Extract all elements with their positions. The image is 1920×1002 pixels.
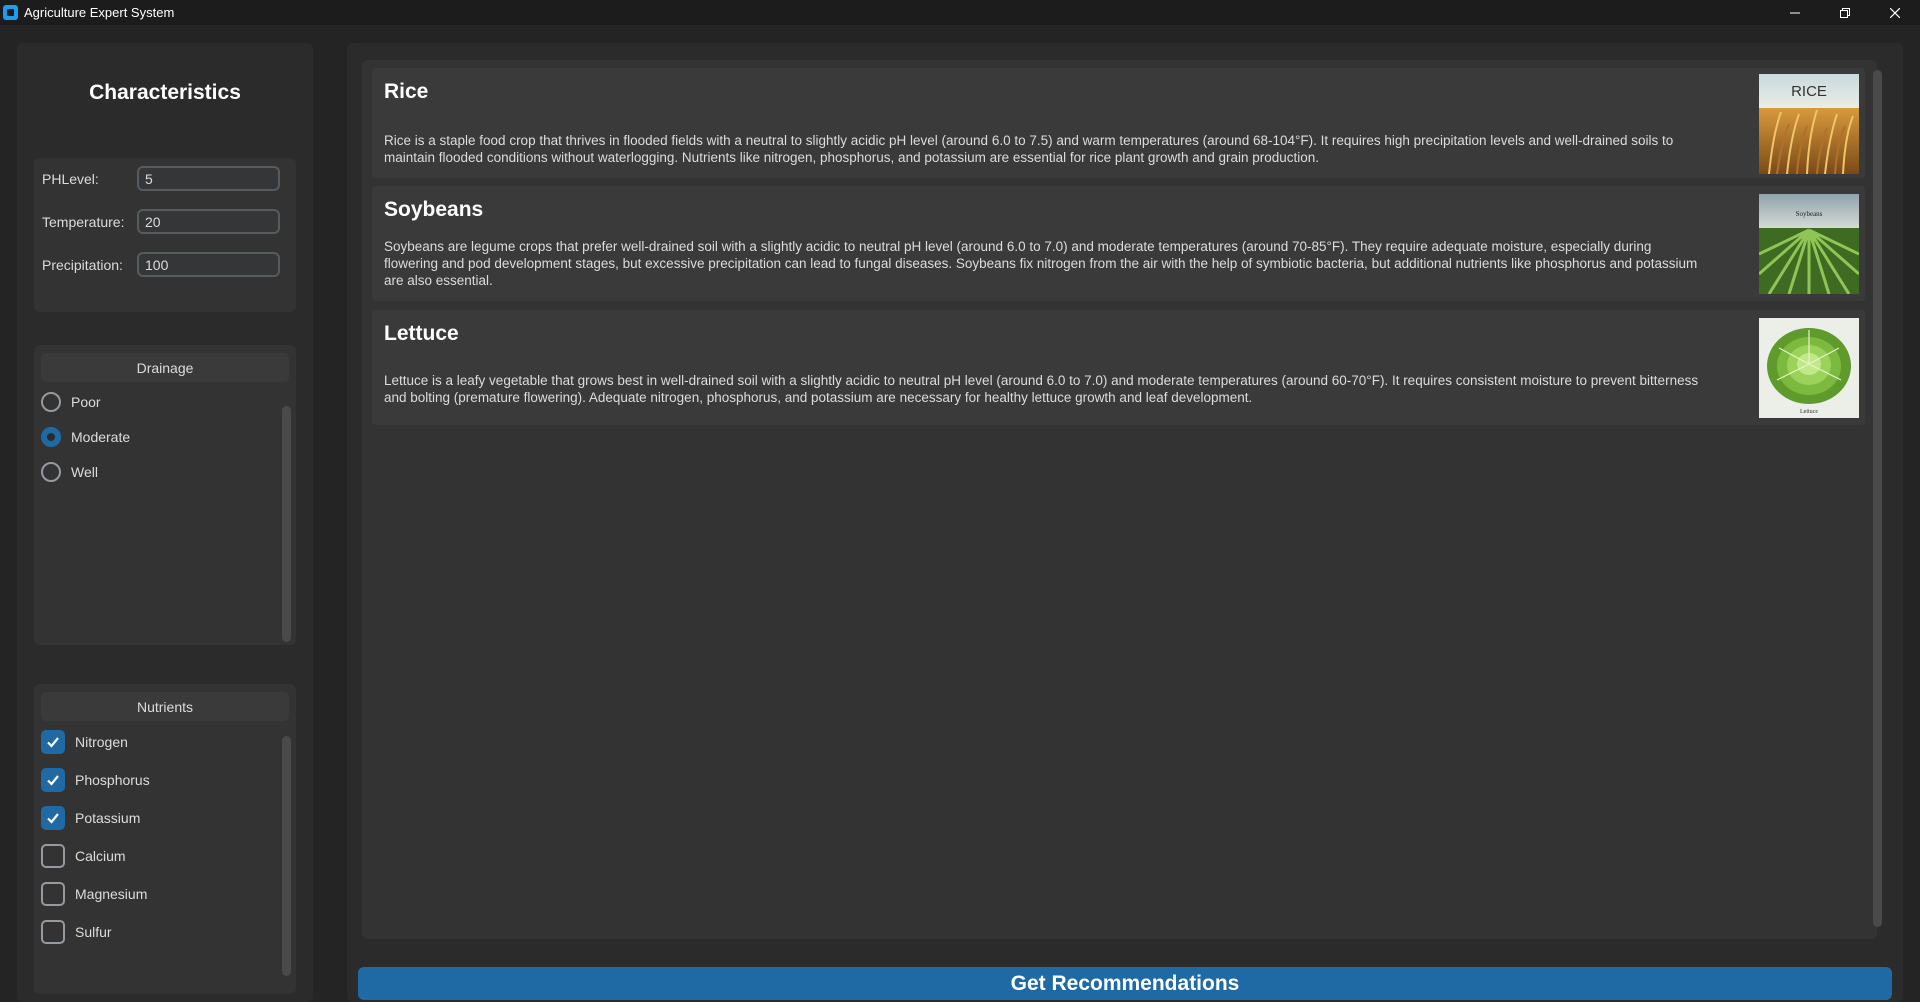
get-recommendations-button[interactable]: Get Recommendations xyxy=(358,967,1892,1000)
close-icon xyxy=(1890,7,1900,18)
ph-level-row: PHLevel: xyxy=(42,166,280,191)
drainage-option-moderate[interactable]: Moderate xyxy=(41,427,130,447)
drainage-option-poor[interactable]: Poor xyxy=(41,392,101,412)
temperature-label: Temperature: xyxy=(42,213,125,230)
checkbox-sulfur[interactable] xyxy=(41,920,65,944)
checkbox-magnesium[interactable] xyxy=(41,882,65,906)
checkbox-nitrogen[interactable] xyxy=(41,730,65,754)
restore-icon xyxy=(1840,7,1850,18)
crop-description: Lettuce is a leafy vegetable that grows … xyxy=(384,373,1699,405)
main-panel: Rice Rice is a staple food crop that thr… xyxy=(347,43,1903,1002)
precipitation-input[interactable] xyxy=(137,252,280,277)
drainage-header: Drainage xyxy=(41,353,289,382)
nutrient-option-potassium[interactable]: Potassium xyxy=(41,806,140,830)
nutrient-option-phosphorus[interactable]: Phosphorus xyxy=(41,768,150,792)
checkmark-icon xyxy=(47,737,59,748)
minimize-icon xyxy=(1790,12,1800,13)
window-title: Agriculture Expert System xyxy=(24,5,175,20)
ph-level-label: PHLevel: xyxy=(42,170,99,187)
nutrients-group: Nutrients Nitrogen Phosphorus Potassium … xyxy=(34,684,296,994)
sidebar-title: Characteristics xyxy=(89,81,241,104)
characteristics-fields: PHLevel: Temperature: Precipitation: xyxy=(34,158,296,312)
nutrient-option-calcium[interactable]: Calcium xyxy=(41,844,126,868)
radio-well[interactable] xyxy=(41,462,61,482)
lettuce-image: Lettuce xyxy=(1759,318,1859,418)
crop-card-rice: Rice Rice is a staple food crop that thr… xyxy=(372,68,1865,178)
crop-description: Rice is a staple food crop that thrives … xyxy=(384,133,1674,165)
characteristics-sidebar: Characteristics PHLevel: Temperature: Pr… xyxy=(17,43,313,1002)
checkbox-potassium-label: Potassium xyxy=(75,810,141,826)
radio-moderate[interactable] xyxy=(41,427,61,447)
checkbox-calcium-label: Calcium xyxy=(75,848,126,864)
checkbox-phosphorus[interactable] xyxy=(41,768,65,792)
results-scrollbar[interactable] xyxy=(1873,70,1882,927)
window-controls xyxy=(1770,0,1920,25)
temperature-row: Temperature: xyxy=(42,209,280,234)
crop-card-soybeans: Soybeans Soybeans are legume crops that … xyxy=(372,186,1865,301)
crop-name: Lettuce xyxy=(384,322,459,345)
title-bar: Agriculture Expert System xyxy=(0,0,1920,25)
drainage-scrollbar[interactable] xyxy=(282,406,291,642)
lettuce-image-label: Lettuce xyxy=(1800,409,1818,415)
checkbox-potassium[interactable] xyxy=(41,806,65,830)
drainage-option-well[interactable]: Well xyxy=(41,462,98,482)
radio-well-label: Well xyxy=(71,464,98,480)
crop-card-lettuce: Lettuce Lettuce is a leafy vegetable tha… xyxy=(372,310,1865,425)
checkbox-magnesium-label: Magnesium xyxy=(75,886,148,902)
nutrient-option-nitrogen[interactable]: Nitrogen xyxy=(41,730,128,754)
rice-image: RICE xyxy=(1759,74,1859,174)
checkbox-sulfur-label: Sulfur xyxy=(75,924,112,940)
checkmark-icon xyxy=(47,775,59,786)
checkbox-calcium[interactable] xyxy=(41,844,65,868)
crop-description: Soybeans are legume crops that prefer we… xyxy=(384,239,1698,288)
checkmark-icon xyxy=(47,813,59,824)
precipitation-label: Precipitation: xyxy=(42,256,123,273)
checkbox-phosphorus-label: Phosphorus xyxy=(75,772,150,788)
crop-name: Soybeans xyxy=(384,198,484,221)
radio-moderate-label: Moderate xyxy=(71,429,131,445)
nutrient-option-sulfur[interactable]: Sulfur xyxy=(41,920,112,944)
drainage-group: Drainage Poor Moderate Well xyxy=(34,345,296,645)
nutrients-scrollbar[interactable] xyxy=(282,736,291,976)
restore-button[interactable] xyxy=(1820,0,1870,25)
nutrients-header: Nutrients xyxy=(41,692,289,721)
minimize-button[interactable] xyxy=(1770,0,1820,25)
ph-level-input[interactable] xyxy=(137,166,280,191)
checkbox-nitrogen-label: Nitrogen xyxy=(75,734,128,750)
radio-poor-label: Poor xyxy=(71,394,101,410)
nutrient-option-magnesium[interactable]: Magnesium xyxy=(41,882,147,906)
app-icon xyxy=(3,5,18,20)
close-button[interactable] xyxy=(1870,0,1920,25)
precipitation-row: Precipitation: xyxy=(42,252,280,277)
temperature-input[interactable] xyxy=(137,209,280,234)
soybeans-image-label: Soybeans xyxy=(1796,210,1823,218)
crop-name: Rice xyxy=(384,80,429,103)
soybeans-image: Soybeans xyxy=(1759,194,1859,294)
rice-image-label: RICE xyxy=(1791,83,1827,100)
radio-poor[interactable] xyxy=(41,392,61,412)
